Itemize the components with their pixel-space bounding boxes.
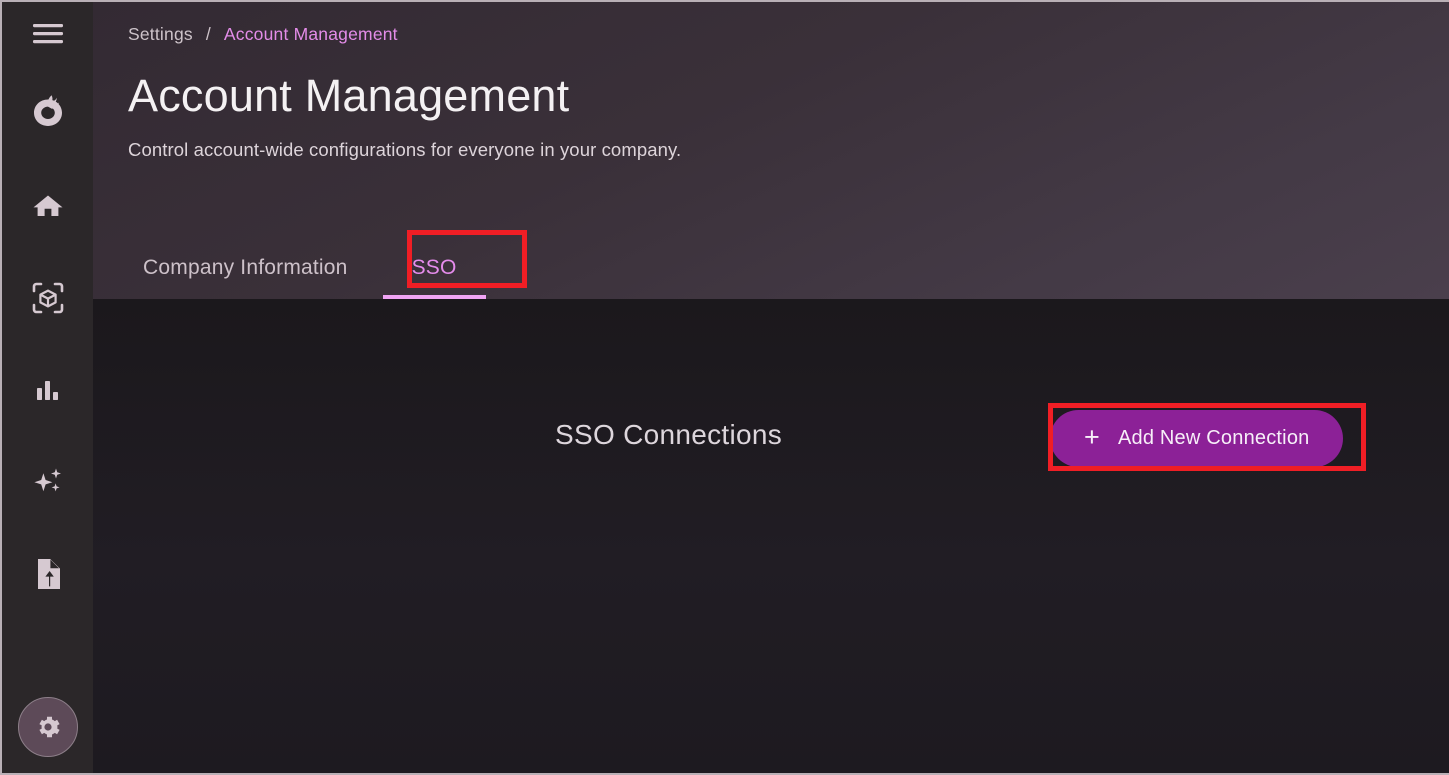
sidebar-item-upload[interactable]: [2, 528, 93, 620]
bar-chart-icon: [33, 375, 63, 405]
tab-company-information-label: Company Information: [143, 256, 348, 280]
tab-panel-sso: SSO Connections + Add New Connection: [93, 299, 1449, 773]
breadcrumb-current[interactable]: Account Management: [224, 24, 398, 45]
page-header: Settings / Account Management Account Ma…: [93, 2, 1449, 299]
tab-sso-label: SSO: [412, 256, 457, 280]
sidebar-item-logo[interactable]: [2, 66, 93, 160]
main-region: Settings / Account Management Account Ma…: [93, 2, 1449, 773]
sidebar-item-menu[interactable]: [2, 2, 93, 66]
plus-icon: +: [1084, 424, 1100, 451]
settings-active-pill: [18, 697, 78, 757]
cube-scan-icon: [31, 281, 65, 315]
tab-company-information[interactable]: Company Information: [111, 237, 380, 299]
breadcrumb: Settings / Account Management: [128, 2, 1449, 45]
gear-icon: [33, 712, 63, 742]
sidebar-item-assets[interactable]: [2, 252, 93, 344]
page-title: Account Management: [128, 72, 1449, 119]
app-logo-icon: [26, 91, 70, 135]
breadcrumb-separator: /: [206, 24, 211, 45]
sidebar-item-settings[interactable]: [2, 681, 93, 773]
home-icon: [31, 189, 65, 223]
breadcrumb-settings[interactable]: Settings: [128, 24, 193, 45]
sso-connections-header-row: SSO Connections + Add New Connection: [93, 399, 1449, 479]
add-connection-button[interactable]: + Add New Connection: [1050, 410, 1343, 467]
sidebar-item-analytics[interactable]: [2, 344, 93, 436]
sso-connections-title: SSO Connections: [555, 419, 782, 451]
tab-sso[interactable]: SSO: [380, 237, 489, 299]
tab-bar: Company Information SSO: [111, 237, 489, 299]
app-window: Settings / Account Management Account Ma…: [0, 0, 1449, 775]
sidebar-item-ai[interactable]: [2, 436, 93, 528]
file-upload-icon: [33, 557, 63, 591]
sidebar-item-home[interactable]: [2, 160, 93, 252]
sparkles-icon: [31, 465, 65, 499]
hamburger-menu-icon: [32, 22, 64, 46]
left-nav-rail: [2, 2, 93, 773]
page-subtitle: Control account-wide configurations for …: [128, 139, 1449, 161]
add-connection-button-label: Add New Connection: [1118, 427, 1310, 450]
